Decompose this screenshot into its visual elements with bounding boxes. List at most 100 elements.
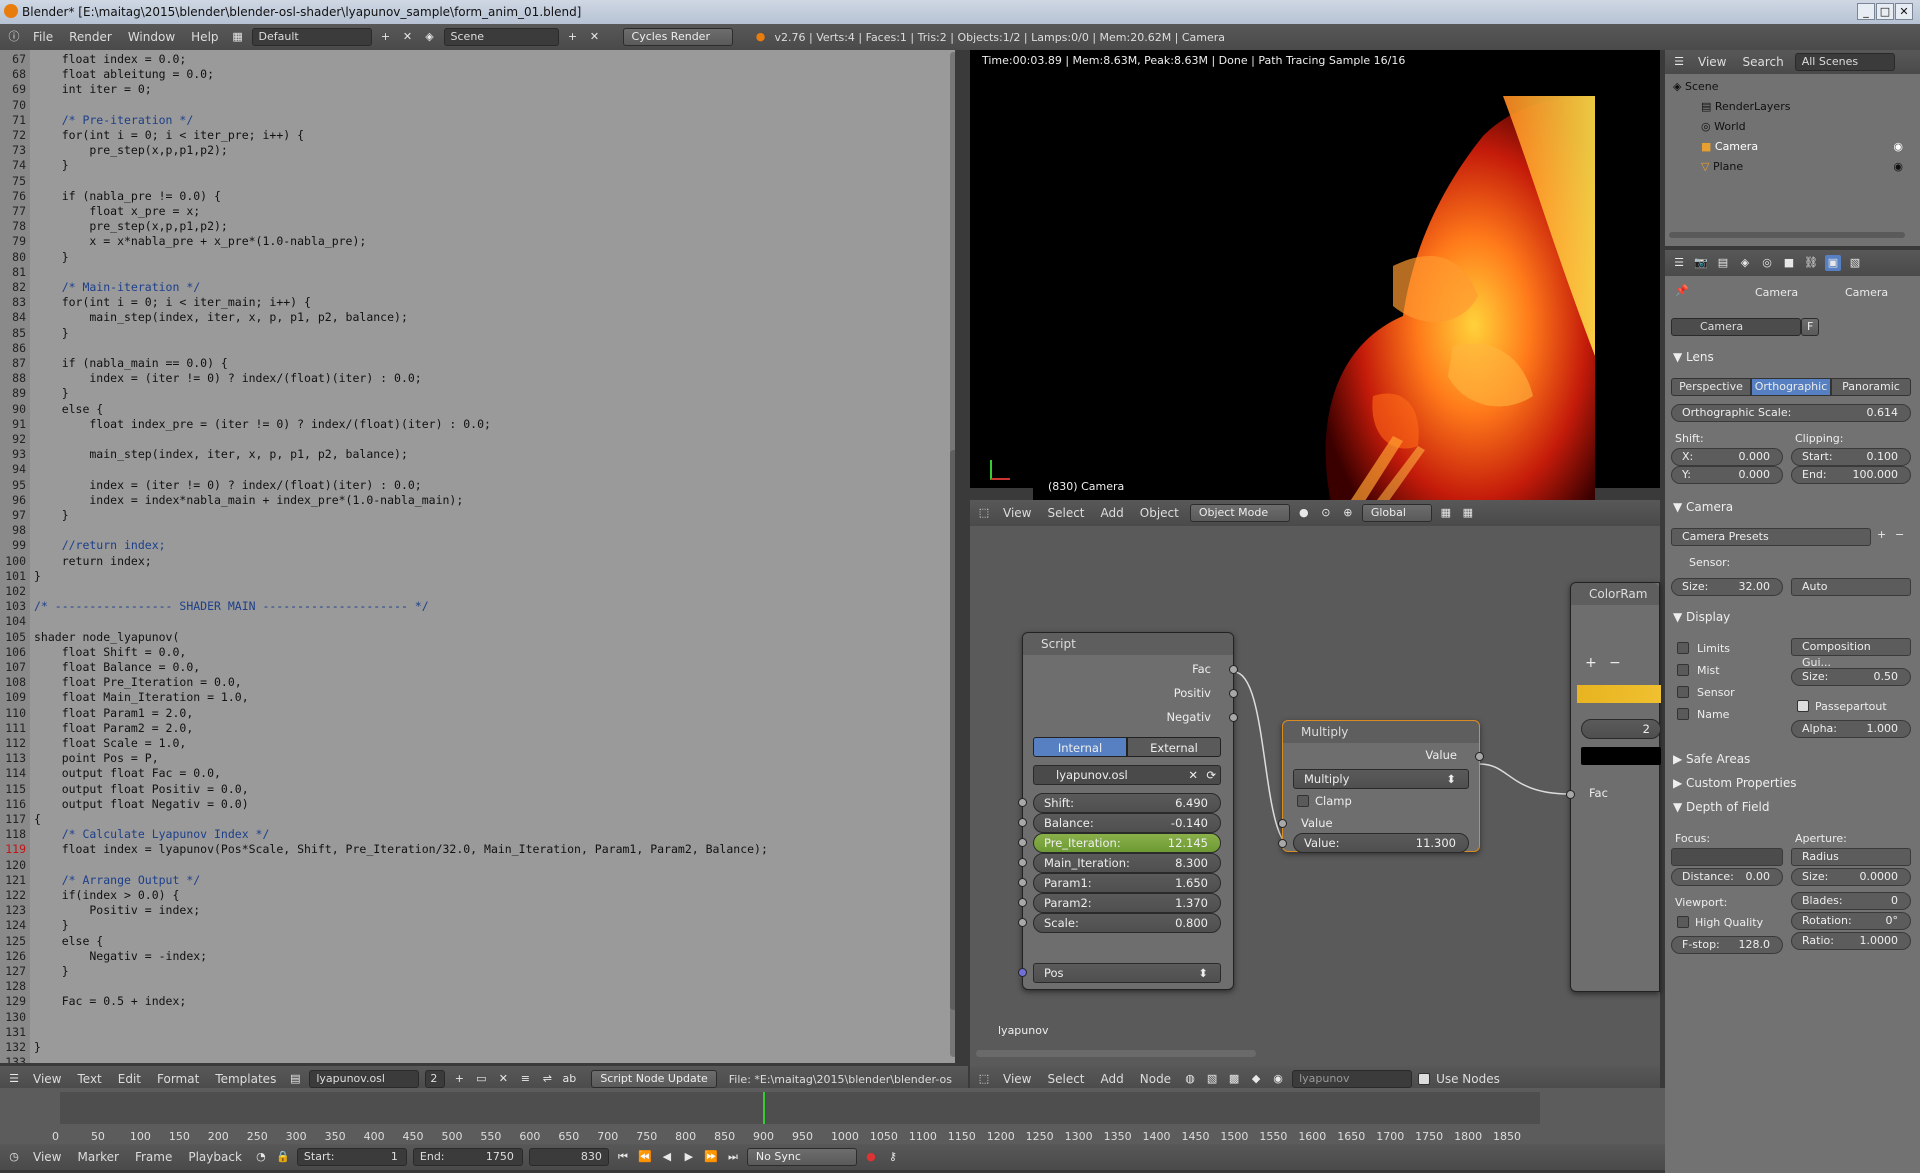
code-line[interactable]: 88 index = (iter != 0) ? index/(float)(i… [0, 371, 422, 386]
menu-file[interactable]: File [28, 30, 58, 44]
timeline-track[interactable] [60, 1092, 1540, 1124]
code-line[interactable]: 126 Negativ = -index; [0, 949, 207, 964]
word-wrap-icon[interactable]: ⇌ [539, 1071, 555, 1087]
material-field[interactable]: lyapunov [1292, 1070, 1413, 1088]
code-line[interactable]: 77 float x_pre = x; [0, 204, 200, 219]
code-line[interactable]: 99 //return index; [0, 538, 165, 553]
keying-set-icon[interactable]: ⚷ [885, 1149, 901, 1165]
multiply-output-socket[interactable] [1475, 752, 1484, 761]
jump-end-icon[interactable]: ⏭ [725, 1149, 741, 1165]
code-line[interactable]: 80 } [0, 250, 68, 265]
text-menu-format[interactable]: Format [152, 1072, 204, 1086]
node-menu-view[interactable]: View [998, 1072, 1036, 1086]
object-tab-icon[interactable]: ■ [1781, 255, 1797, 271]
code-line[interactable]: 68 float ableitung = 0.0; [0, 67, 214, 82]
script-input-socket[interactable] [1018, 918, 1027, 927]
code-line[interactable]: 128 [0, 979, 34, 994]
text-scrollbar-thumb[interactable] [950, 450, 955, 1010]
code-line[interactable]: 82 /* Main-iteration */ [0, 280, 200, 295]
code-line[interactable]: 97 } [0, 508, 68, 523]
camera-panel-header[interactable]: ▼ Camera [1673, 500, 1733, 514]
clip-start-field[interactable]: Start: 0.100 [1791, 448, 1911, 466]
remove-layout-icon[interactable]: ✕ [400, 29, 416, 45]
dof-panel-header[interactable]: ▼ Depth of Field [1673, 800, 1770, 814]
scene-field[interactable]: Scene [443, 28, 559, 46]
render-engine-select[interactable]: Cycles Render [622, 28, 733, 46]
code-line[interactable]: 113 point Pos = P, [0, 751, 158, 766]
viewport-menu-select[interactable]: Select [1042, 506, 1089, 520]
code-line[interactable]: 89 } [0, 386, 68, 401]
code-line[interactable]: 111 float Param2 = 2.0, [0, 721, 193, 736]
eye-icon[interactable]: ◉ [1893, 140, 1903, 153]
code-line[interactable]: 117 { [0, 812, 41, 827]
code-line[interactable]: 106 float Shift = 0.0, [0, 645, 186, 660]
code-line[interactable]: 95 index = (iter != 0) ? index/(float)(i… [0, 478, 422, 493]
code-line[interactable]: 104 [0, 614, 34, 629]
node-editor-hscrollbar[interactable] [976, 1050, 1256, 1057]
menu-window[interactable]: Window [123, 30, 180, 44]
outliner[interactable]: ◈ Scene ▤ RenderLayers ◎ World ■ Camera ◉… [1665, 74, 1920, 246]
code-line[interactable]: 118 /* Calculate Lyapunov Index */ [0, 827, 269, 842]
code-line[interactable]: 127 } [0, 964, 68, 979]
code-line[interactable]: 112 float Scale = 1.0, [0, 736, 186, 751]
render-tab-icon[interactable]: 📷 [1693, 255, 1709, 271]
script-node-update-button[interactable]: Script Node Update [591, 1070, 717, 1088]
pos-socket[interactable] [1018, 968, 1027, 977]
code-line[interactable]: 98 [0, 523, 34, 538]
rotation-field[interactable]: Rotation: 0° [1791, 912, 1911, 930]
code-line[interactable]: 74 } [0, 158, 68, 173]
reload-script-icon[interactable]: ⟳ [1206, 766, 1216, 784]
camera-datablock-field[interactable]: Camera [1671, 318, 1801, 336]
pin-icon[interactable]: 📌 [1675, 284, 1689, 297]
unlink-text-icon[interactable]: ✕ [495, 1071, 511, 1087]
world-shader-icon[interactable]: ◉ [1270, 1071, 1286, 1087]
texture-tab-icon[interactable]: ▧ [1847, 255, 1863, 271]
code-line[interactable]: 120 [0, 858, 34, 873]
outliner-item-renderlayers[interactable]: ▤ RenderLayers [1701, 100, 1790, 113]
jump-start-icon[interactable]: ⏮ [615, 1149, 631, 1165]
output-fac-socket[interactable] [1229, 665, 1238, 674]
remove-scene-icon[interactable]: ✕ [587, 29, 603, 45]
code-line[interactable]: 94 [0, 462, 34, 477]
code-line[interactable]: 72 for(int i = 0; i < iter_pre; i++) { [0, 128, 304, 143]
fake-user-button[interactable]: F [1801, 318, 1820, 336]
script-input-field[interactable]: Balance: -0.140 [1033, 813, 1221, 833]
code-line[interactable]: 73 pre_step(x,p,p1,p2); [0, 143, 228, 158]
current-frame-field[interactable]: 830 [528, 1148, 609, 1166]
outliner-item-plane[interactable]: ▽ Plane ◉ [1701, 160, 1911, 173]
code-line[interactable]: 130 [0, 1010, 34, 1025]
next-keyframe-icon[interactable]: ⏩ [703, 1149, 719, 1165]
lens-panel-header[interactable]: ▼ Lens [1673, 350, 1714, 364]
fstop-field[interactable]: F-stop: 128.0 [1671, 936, 1783, 954]
limits-checkbox[interactable] [1677, 642, 1689, 654]
text-editor[interactable]: 67 float index = 0.0; 68 float ableitung … [0, 50, 955, 1063]
script-node[interactable]: Script Fac Positiv Negativ Internal Exte… [1018, 632, 1238, 990]
code-line[interactable]: 85 } [0, 326, 68, 341]
shader-type-icon[interactable]: ◍ [1182, 1071, 1198, 1087]
display-size-field[interactable]: Size: 0.50 [1791, 668, 1911, 686]
script-input-field[interactable]: Main_Iteration: 8.300 [1033, 853, 1221, 873]
multiply-input-socket[interactable] [1278, 819, 1287, 828]
text-menu-edit[interactable]: Edit [113, 1072, 146, 1086]
multiply-value-socket[interactable] [1278, 839, 1287, 848]
aperture-type-select[interactable]: Radius [1791, 848, 1911, 866]
code-line[interactable]: 114 output float Fac = 0.0, [0, 766, 221, 781]
end-frame-field[interactable]: End: 1750 [412, 1148, 523, 1166]
camera-presets-select[interactable]: Camera Presets [1671, 528, 1871, 546]
start-frame-field[interactable]: Start: 1 [296, 1148, 407, 1166]
code-line[interactable]: 84 main_step(index, iter, x, p, p1, p2, … [0, 310, 408, 325]
code-line[interactable]: 105 shader node_lyapunov( [0, 630, 179, 645]
timeline-menu-playback[interactable]: Playback [183, 1150, 247, 1164]
layers2-icon[interactable]: ▦ [1460, 505, 1476, 521]
colorramp-add-icon[interactable]: + [1585, 655, 1597, 671]
code-line[interactable]: 101} [0, 569, 41, 584]
script-input-field[interactable]: Param1: 1.650 [1033, 873, 1221, 893]
text-browse-icon[interactable]: ▤ [287, 1071, 303, 1087]
code-line[interactable]: 83 for(int i = 0; i < iter_main; i++) { [0, 295, 311, 310]
script-file-field[interactable]: lyapunov.osl ✕ ⟳ [1033, 765, 1221, 785]
code-line[interactable]: 132} [0, 1040, 41, 1055]
remove-preset-icon[interactable]: − [1895, 528, 1904, 541]
play-reverse-icon[interactable]: ◀ [659, 1149, 675, 1165]
safe-areas-panel-header[interactable]: ▶ Safe Areas [1673, 752, 1750, 766]
colorramp-node[interactable]: ColorRam + − 2 Fac [1566, 582, 1661, 992]
